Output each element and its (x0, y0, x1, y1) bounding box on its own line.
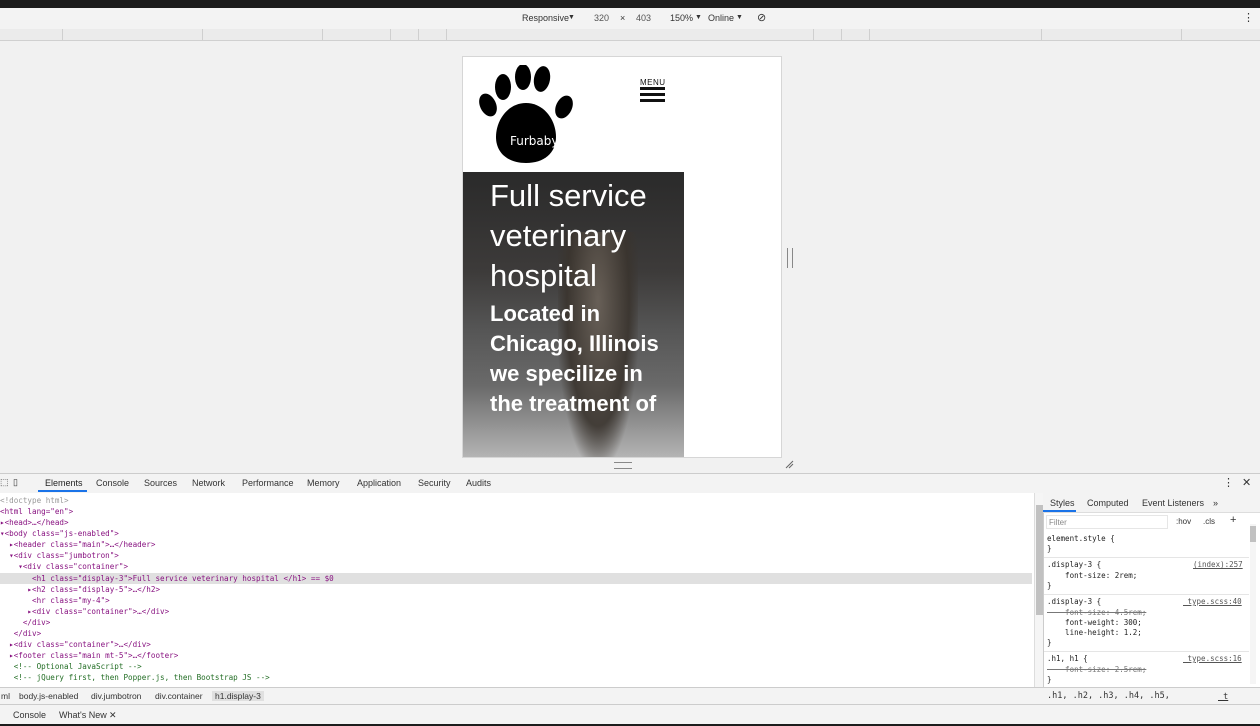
style-source-link[interactable]: _type.scss:16 (1183, 654, 1242, 663)
dom-line[interactable]: <hr class="my-4"> (0, 595, 110, 606)
dom-line[interactable]: ▾<div class="container"> (0, 561, 128, 572)
active-tab-indicator (38, 490, 87, 492)
devtools-tabbar: ⬚ ▯ Elements Console Sources Network Per… (0, 473, 1260, 494)
style-line[interactable]: font-weight: 300; (1047, 618, 1142, 628)
style-line[interactable]: line-height: 1.2; (1047, 628, 1142, 638)
media-query-ruler[interactable] (0, 29, 1260, 41)
dom-line[interactable]: <html lang="en"> (0, 506, 73, 517)
style-source-link[interactable]: (index):257 (1193, 560, 1243, 569)
style-line[interactable]: font-size: 2rem; (1047, 571, 1137, 581)
tab-sources[interactable]: Sources (144, 478, 177, 488)
tab-performance[interactable]: Performance (242, 478, 294, 488)
dom-line-selected[interactable]: <h1 class="display-3">Full service veter… (0, 573, 1032, 584)
drawer-tab-console[interactable]: Console (13, 710, 46, 720)
styles-filter-input[interactable]: Filter (1046, 515, 1168, 529)
resize-corner-icon[interactable] (785, 460, 794, 469)
tab-network[interactable]: Network (192, 478, 225, 488)
style-line-overridden[interactable]: font-size: 4.5rem; (1047, 608, 1146, 618)
resize-handle-bottom[interactable] (614, 462, 632, 469)
tab-memory[interactable]: Memory (307, 478, 340, 488)
tab-security[interactable]: Security (418, 478, 451, 488)
style-line: } (1047, 581, 1052, 590)
chevron-down-icon[interactable]: ▼ (695, 14, 702, 21)
devtools-menu-icon[interactable]: ⋮ (1223, 476, 1234, 489)
dom-line[interactable]: ▸<head>…</head> (0, 517, 69, 528)
new-rule-icon[interactable]: + (1230, 514, 1236, 526)
hov-toggle[interactable]: :hov (1176, 517, 1191, 526)
more-tabs-icon[interactable]: » (1213, 498, 1218, 508)
times-label: × (620, 13, 626, 23)
dom-line[interactable]: ▾<div class="jumbotron"> (0, 550, 119, 561)
style-line: .h1, h1 { (1047, 654, 1088, 663)
tab-audits[interactable]: Audits (466, 478, 491, 488)
tab-event-listeners[interactable]: Event Listeners (1142, 498, 1204, 508)
styles-tab-indicator (1043, 510, 1076, 512)
menu-label: MENU (640, 78, 666, 87)
tab-styles[interactable]: Styles (1050, 498, 1075, 508)
dom-comment[interactable]: <!-- Optional JavaScript --> (0, 661, 142, 672)
style-line: element.style { (1047, 534, 1115, 543)
hamburger-menu-icon[interactable] (640, 87, 665, 104)
breadcrumb-item[interactable]: ml (1, 691, 10, 701)
breadcrumb: ml body.js-enabled div.jumbotron div.con… (0, 687, 1260, 705)
breadcrumb-item-selected[interactable]: h1.display-3 (212, 691, 264, 701)
hero-subheading: Located in Chicago, Illinois we speciliz… (490, 301, 659, 416)
jumbotron: Full service veterinary hospital Located… (463, 172, 684, 457)
style-line: .display-3 { (1047, 560, 1102, 569)
style-line-overridden[interactable]: font-size: 2.5rem; (1047, 665, 1146, 675)
styles-scrollbar[interactable] (1250, 524, 1256, 684)
close-icon[interactable]: ✕ (109, 710, 117, 721)
width-input[interactable]: 320 (594, 13, 609, 23)
resize-handle-right[interactable] (787, 248, 793, 268)
drawer-tab-whats-new[interactable]: What's New (59, 710, 107, 720)
device-toolbar: Responsive ▼ 320 × 403 150% ▼ Online ▼ ⊘… (0, 8, 1260, 30)
tab-computed[interactable]: Computed (1087, 498, 1129, 508)
height-input[interactable]: 403 (636, 13, 651, 23)
dom-line[interactable]: </div> (0, 617, 50, 628)
more-options-icon[interactable]: ⋮ (1243, 11, 1254, 24)
style-source-link[interactable]: _type.scss:40 (1183, 597, 1242, 606)
dom-line[interactable]: </div> (0, 628, 41, 639)
style-line: } (1047, 638, 1052, 647)
dom-line[interactable]: ▾<body class="js-enabled"> (0, 528, 119, 539)
tab-elements[interactable]: Elements (45, 478, 83, 488)
close-icon[interactable]: ✕ (1242, 476, 1251, 489)
paw-logo[interactable]: Furbaby (478, 64, 578, 168)
dom-line[interactable]: ▸<h2 class="display-5">…</h2> (0, 584, 160, 595)
chevron-down-icon[interactable]: ▼ (568, 14, 575, 21)
breadcrumb-item[interactable]: div.container (155, 691, 203, 701)
dom-line[interactable]: ▸<header class="main">…</header> (0, 539, 155, 550)
dom-line[interactable]: ▸<footer class="main mt-5">…</footer> (0, 650, 178, 661)
dom-line[interactable]: <!doctype html> (0, 495, 69, 506)
elements-tree[interactable]: <!doctype html> <html lang="en"> ▸<head>… (0, 493, 1034, 687)
device-toggle-icon[interactable]: ▯ (13, 477, 18, 488)
device-viewport: Furbaby MENU Full service veterinary hos… (463, 57, 781, 457)
cls-toggle[interactable]: .cls (1203, 517, 1215, 526)
tab-application[interactable]: Application (357, 478, 401, 488)
dom-line[interactable]: ▸<div class="container">…</div> (0, 606, 169, 617)
style-line: .h1, .h2, .h3, .h4, .h5, (1047, 691, 1170, 701)
dom-line[interactable]: ▸<div class="container">…</div> (0, 639, 151, 650)
rotate-icon[interactable]: ⊘ (757, 11, 766, 24)
style-source-link[interactable]: _t (1218, 692, 1228, 702)
breadcrumb-item[interactable]: div.jumbotron (91, 691, 141, 701)
hero-heading: Full service veterinary hospital (490, 178, 647, 293)
drawer-tabbar: Console What's New ✕ (0, 704, 1260, 725)
tab-console[interactable]: Console (96, 478, 129, 488)
brand-name: Furbaby (510, 134, 559, 148)
style-line: } (1047, 675, 1052, 684)
breadcrumb-item[interactable]: body.js-enabled (19, 691, 78, 701)
style-line: } (1047, 544, 1052, 553)
window-top-edge (0, 0, 1260, 8)
chevron-down-icon[interactable]: ▼ (736, 14, 743, 21)
network-dropdown[interactable]: Online (708, 13, 734, 23)
inspect-icon[interactable]: ⬚ (0, 477, 9, 488)
dom-comment[interactable]: <!-- jQuery first, then Popper.js, then … (0, 672, 270, 683)
responsive-dropdown[interactable]: Responsive (522, 13, 569, 23)
zoom-dropdown[interactable]: 150% (670, 13, 693, 23)
style-line: .display-3 { (1047, 597, 1102, 606)
